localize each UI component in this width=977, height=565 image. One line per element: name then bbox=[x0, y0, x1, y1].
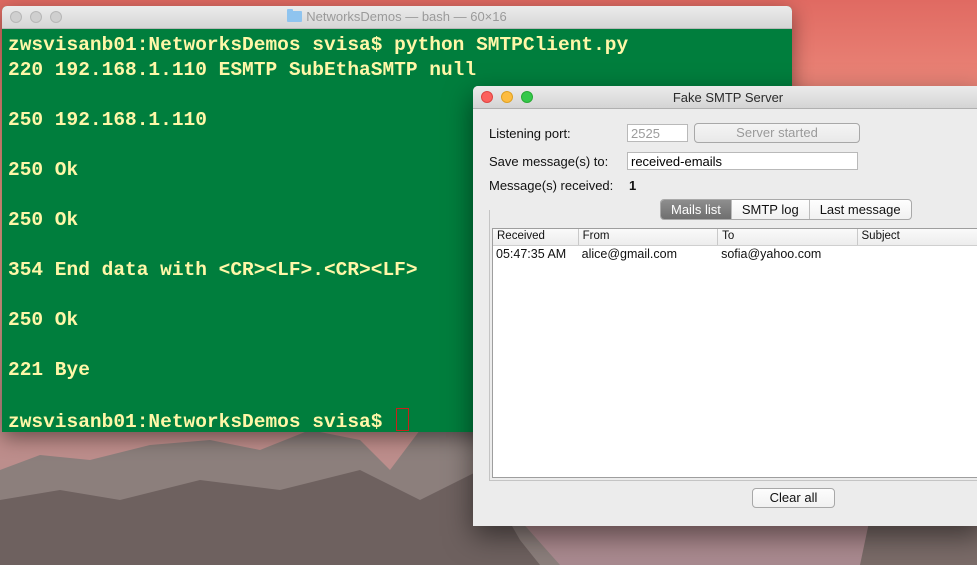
server-started-button[interactable]: Server started bbox=[694, 123, 860, 143]
table-row[interactable]: 05:47:35 AM alice@gmail.com sofia@yahoo.… bbox=[493, 246, 977, 264]
save-path-field[interactable]: received-emails bbox=[627, 152, 858, 170]
cell-from: alice@gmail.com bbox=[581, 247, 678, 261]
tab-last-message[interactable]: Last message bbox=[808, 200, 911, 219]
clear-all-button[interactable]: Clear all bbox=[752, 488, 835, 508]
terminal-cursor bbox=[396, 408, 410, 431]
column-received[interactable]: Received bbox=[493, 229, 579, 245]
tab-mails-list[interactable]: Mails list bbox=[661, 200, 731, 219]
terminal-line: 220 192.168.1.110 ESMTP SubEthaSMTP null bbox=[8, 59, 477, 81]
column-to[interactable]: To bbox=[718, 229, 858, 245]
cell-to: sofia@yahoo.com bbox=[721, 247, 822, 261]
folder-icon bbox=[287, 9, 303, 22]
smtp-title: Fake SMTP Server bbox=[672, 90, 784, 105]
terminal-title: NetworksDemos — bash — 60×16 bbox=[2, 9, 792, 24]
received-label: Message(s) received: bbox=[489, 178, 614, 193]
smtp-titlebar[interactable]: Fake SMTP Server bbox=[473, 86, 977, 109]
smtp-window[interactable]: Fake SMTP Server Listening port: 2525 Se… bbox=[473, 86, 977, 526]
port-label: Listening port: bbox=[489, 126, 571, 141]
terminal-line: zwsvisanb01:NetworksDemos svisa$ python … bbox=[8, 34, 629, 56]
table-header: Received From To Subject bbox=[493, 229, 977, 246]
terminal-titlebar[interactable]: NetworksDemos — bash — 60×16 bbox=[2, 6, 792, 29]
save-label: Save message(s) to: bbox=[489, 154, 609, 169]
port-field[interactable]: 2525 bbox=[627, 124, 688, 142]
column-subject[interactable]: Subject bbox=[858, 229, 977, 245]
cell-subject bbox=[858, 246, 977, 264]
terminal-title-text: NetworksDemos — bash — 60×16 bbox=[306, 9, 507, 24]
received-count: 1 bbox=[629, 178, 637, 193]
cell-received: 05:47:35 AM bbox=[496, 247, 567, 261]
column-from[interactable]: From bbox=[579, 229, 719, 245]
tab-smtp-log[interactable]: SMTP log bbox=[730, 200, 809, 219]
terminal-prompt: zwsvisanb01:NetworksDemos svisa$ bbox=[8, 411, 395, 432]
mails-table[interactable]: Received From To Subject 05:47:35 AM ali… bbox=[492, 228, 977, 478]
tab-bar: Mails list SMTP log Last message bbox=[660, 199, 912, 220]
